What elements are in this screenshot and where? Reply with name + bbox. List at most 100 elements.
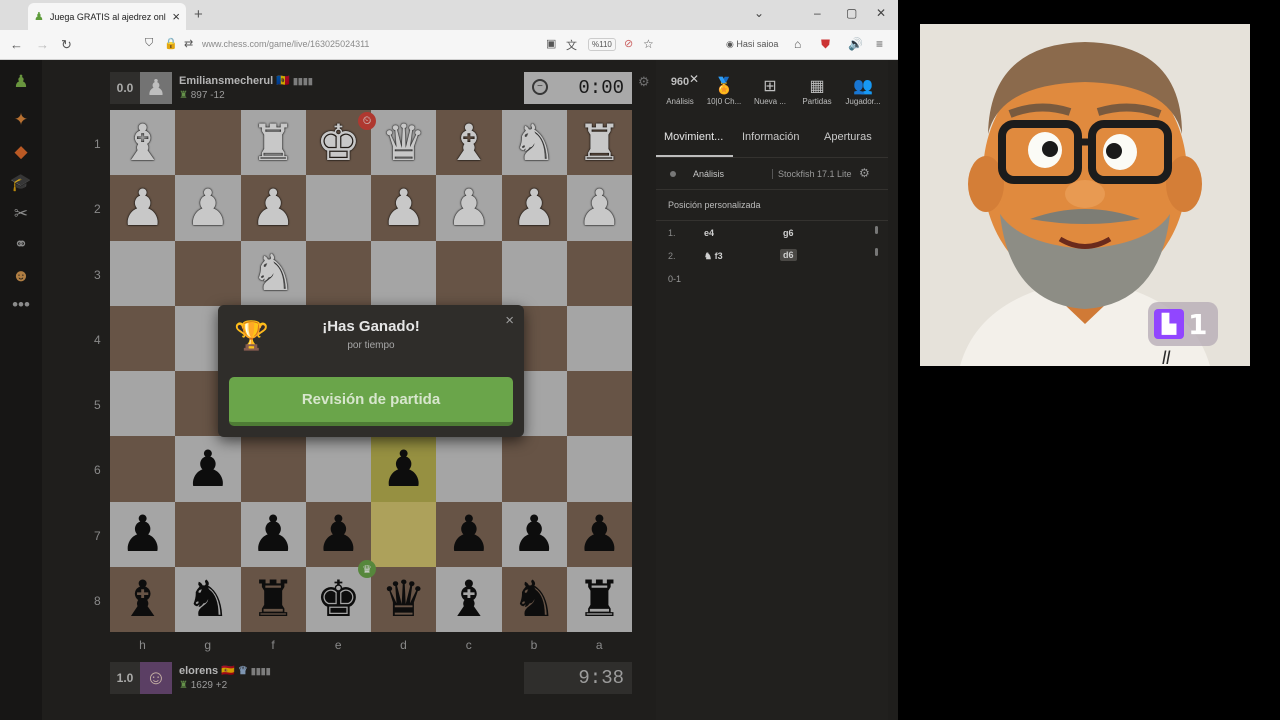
black-pawn-icon[interactable]: ♟ — [120, 509, 165, 559]
board-square[interactable] — [110, 305, 176, 371]
board-square[interactable] — [305, 240, 371, 306]
top-player-avatar[interactable]: ♟ — [140, 72, 172, 104]
close-window-icon[interactable]: ✕ — [876, 6, 886, 20]
board-square[interactable] — [175, 110, 241, 176]
board-square[interactable]: ♝ — [436, 566, 502, 632]
black-pawn-icon[interactable]: ♟ — [512, 509, 557, 559]
black-pawn-icon[interactable]: ♟ — [185, 444, 230, 494]
black-bishop-icon[interactable]: ♝ — [446, 574, 491, 624]
social-icon[interactable]: ☻ — [11, 266, 31, 286]
menu-icon[interactable]: ≡ — [876, 37, 883, 51]
black-rook-icon[interactable]: ♜ — [577, 574, 622, 624]
white-pawn-icon[interactable]: ♟ — [446, 183, 491, 233]
board-square[interactable]: ♟ — [175, 436, 241, 502]
chess-logo-icon[interactable]: ♟ — [11, 72, 31, 92]
forward-icon[interactable]: → — [36, 37, 49, 52]
board-square[interactable]: ♟ — [371, 436, 437, 502]
puzzles-icon[interactable]: ✦ — [11, 110, 31, 130]
move-white[interactable]: e4 — [704, 228, 714, 238]
tool-new-game[interactable]: ⊞ Nueva ... — [748, 76, 792, 106]
analysis-binoculars-icon[interactable]: ⚭ — [11, 235, 31, 255]
board-square[interactable]: ♟ — [436, 501, 502, 567]
white-pawn-icon[interactable]: ♟ — [251, 183, 296, 233]
board-square[interactable] — [175, 240, 241, 306]
close-analysis-icon[interactable]: ✕ — [689, 72, 699, 86]
tab-openings[interactable]: Aperturas — [824, 131, 872, 143]
white-rook-icon[interactable]: ♜ — [251, 118, 296, 168]
bottom-player-name[interactable]: elorens 🇪🇸 ♛ ▮▮▮▮ — [179, 664, 271, 677]
board-square[interactable]: ♟ — [566, 175, 632, 241]
board-square[interactable]: ♟ — [175, 175, 241, 241]
reload-icon[interactable]: ↻ — [61, 37, 72, 53]
board-square[interactable]: ♜ — [240, 110, 306, 176]
bottom-player-avatar[interactable]: ☺ — [140, 662, 172, 694]
engine-settings-gear-icon[interactable]: ⚙ — [859, 166, 870, 180]
white-pawn-icon[interactable]: ♟ — [577, 183, 622, 233]
board-square[interactable] — [566, 305, 632, 371]
board-square[interactable]: ♟ — [501, 501, 567, 567]
board-square[interactable]: ♟ — [566, 501, 632, 567]
board-square[interactable]: ♟ — [371, 175, 437, 241]
audio-icon[interactable]: 🔊 — [848, 37, 863, 51]
white-bishop-icon[interactable]: ♝ — [446, 118, 491, 168]
black-pawn-icon[interactable]: ♟ — [251, 509, 296, 559]
black-pawn-icon[interactable]: ♟ — [577, 509, 622, 559]
white-knight-icon[interactable]: ♞ — [512, 118, 557, 168]
board-square[interactable]: ♞ — [240, 240, 306, 306]
board-square[interactable]: ♟ — [240, 175, 306, 241]
permissions-icon[interactable]: ⇄ — [184, 37, 193, 50]
board-square[interactable]: ♝ — [436, 110, 502, 176]
game-review-button[interactable]: Revisión de partida — [229, 377, 513, 426]
move-white[interactable]: ♞ f3 — [704, 251, 723, 262]
board-square[interactable]: ♛ — [371, 566, 437, 632]
reader-icon[interactable]: ▣ — [546, 37, 556, 50]
moves-scrollbar-thumb[interactable] — [875, 248, 878, 256]
board-square[interactable] — [110, 436, 176, 502]
close-icon[interactable]: × — [505, 312, 514, 329]
board-square[interactable] — [371, 240, 437, 306]
analysis-toggle[interactable] — [670, 171, 676, 177]
board-square[interactable] — [371, 501, 437, 567]
board-square[interactable] — [175, 501, 241, 567]
black-knight-icon[interactable]: ♞ — [185, 574, 230, 624]
black-knight-icon[interactable]: ♞ — [512, 574, 557, 624]
board-square[interactable]: ♛ — [371, 110, 437, 176]
white-pawn-icon[interactable]: ♟ — [185, 183, 230, 233]
board-square[interactable] — [240, 436, 306, 502]
black-bishop-icon[interactable]: ♝ — [120, 574, 165, 624]
browser-tab[interactable]: ♟ Juega GRATIS al ajedrez online × — [28, 3, 186, 30]
maximize-icon[interactable]: ▢ — [846, 6, 857, 20]
white-queen-icon[interactable]: ♛ — [381, 118, 426, 168]
black-queen-icon[interactable]: ♛ — [381, 574, 426, 624]
board-square[interactable] — [305, 175, 371, 241]
move-black-current[interactable]: d6 — [780, 249, 797, 261]
board-square[interactable] — [110, 240, 176, 306]
learn-icon[interactable]: 🎓 — [10, 173, 31, 193]
white-knight-icon[interactable]: ♞ — [251, 248, 296, 298]
black-rook-icon[interactable]: ♜ — [251, 574, 296, 624]
tab-moves[interactable]: Movimient... — [664, 131, 723, 143]
board-square[interactable] — [566, 240, 632, 306]
board-square[interactable] — [436, 436, 502, 502]
board-square[interactable]: ♟ — [436, 175, 502, 241]
board-square[interactable]: ♞ — [175, 566, 241, 632]
move-black[interactable]: g6 — [780, 227, 797, 239]
board-square[interactable]: ♝ — [110, 566, 176, 632]
board-square[interactable] — [501, 436, 567, 502]
translate-icon[interactable]: 文 — [566, 37, 577, 53]
board-square[interactable] — [110, 371, 176, 437]
board-settings-gear-icon[interactable]: ⚙ — [638, 74, 650, 90]
board-square[interactable]: ♟ — [240, 501, 306, 567]
moves-scrollbar[interactable] — [875, 226, 878, 234]
board-square[interactable]: ♟ — [305, 501, 371, 567]
black-pawn-icon[interactable]: ♟ — [381, 444, 426, 494]
tab-information[interactable]: Información — [742, 131, 799, 143]
url-bar[interactable]: www.chess.com/game/live/163025024311 — [202, 39, 369, 49]
board-square[interactable]: ♟ — [110, 175, 176, 241]
black-pawn-icon[interactable]: ♟ — [446, 509, 491, 559]
white-pawn-icon[interactable]: ♟ — [381, 183, 426, 233]
minimize-icon[interactable]: – — [814, 6, 821, 20]
board-square[interactable]: ♝ — [110, 110, 176, 176]
top-player-name[interactable]: Emiliansmecherul 🇲🇩 ▮▮▮▮ — [179, 74, 313, 87]
new-tab-icon[interactable]: + — [194, 6, 203, 23]
